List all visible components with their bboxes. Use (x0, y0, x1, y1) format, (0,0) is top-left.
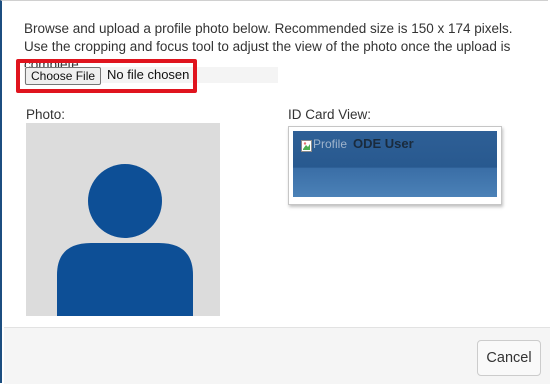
profile-image-alt: Profile (313, 137, 348, 151)
cancel-button[interactable]: Cancel (477, 340, 541, 376)
upload-photo-dialog: Browse and upload a profile photo below.… (0, 0, 550, 384)
id-card-preview: Profile ODE User (288, 126, 502, 205)
photo-label: Photo: (26, 107, 66, 122)
id-card-label: ID Card View: (288, 107, 372, 122)
card-user-name: ODE User (353, 136, 414, 151)
default-avatar-icon (57, 164, 193, 316)
broken-image-icon (301, 140, 312, 152)
photo-preview (26, 123, 220, 316)
file-status-text: No file chosen (107, 67, 190, 82)
upload-instructions: Browse and upload a profile photo below.… (24, 21, 513, 72)
dialog-footer (4, 328, 550, 384)
id-card-banner: Profile ODE User (293, 131, 497, 197)
choose-file-button[interactable]: Choose File (25, 67, 102, 85)
